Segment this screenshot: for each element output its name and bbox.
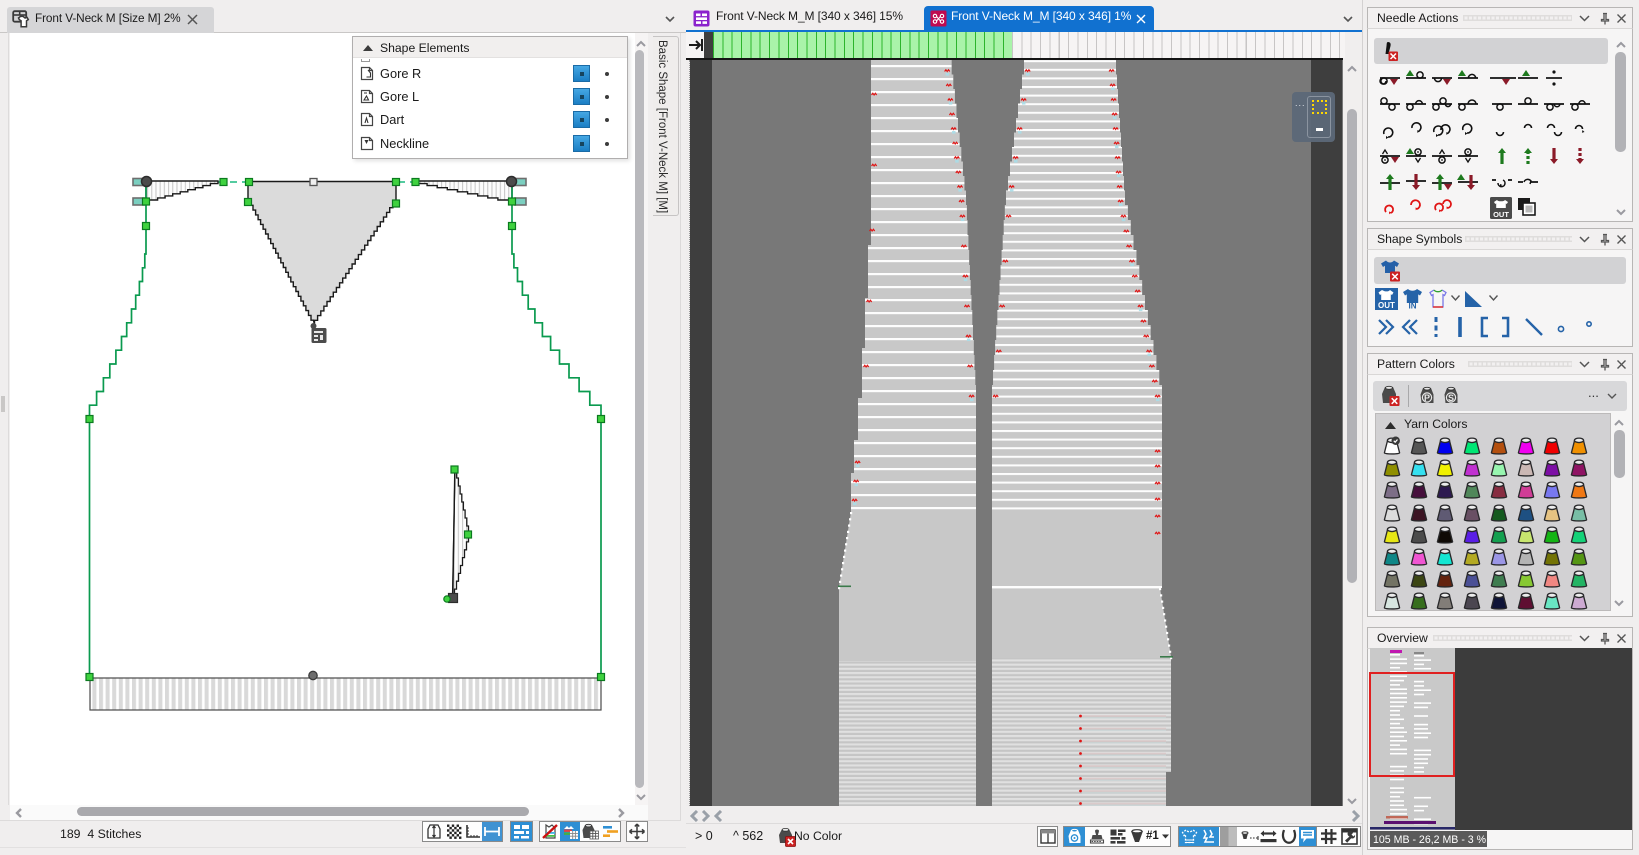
svg-text:OUT: OUT [1493, 210, 1509, 219]
svg-text:IN: IN [1409, 302, 1417, 311]
svg-text:P: P [1424, 393, 1430, 403]
svg-text:OUT: OUT [1378, 301, 1395, 310]
svg-text:S: S [1448, 393, 1454, 403]
